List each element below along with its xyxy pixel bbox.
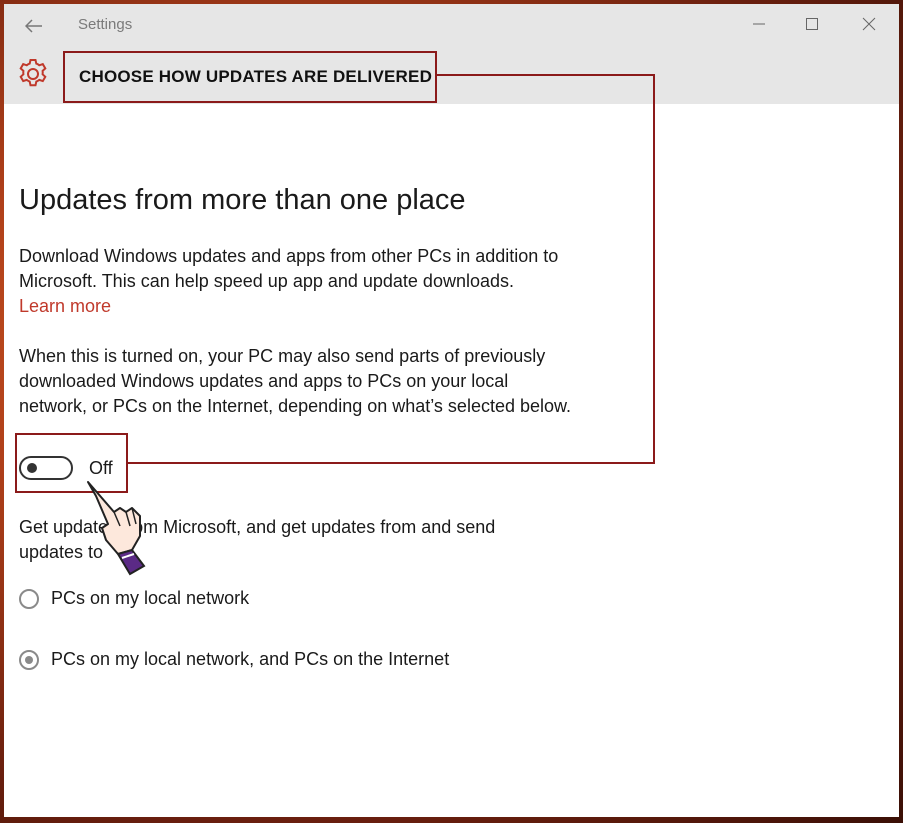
toggle-knob: [27, 463, 37, 473]
learn-more-link[interactable]: Learn more: [19, 296, 111, 316]
description-body: Download Windows updates and apps from o…: [19, 246, 559, 291]
radio-local-network[interactable]: [19, 588, 39, 609]
description-text: Download Windows updates and apps from o…: [19, 244, 579, 319]
maximize-icon: [806, 18, 818, 30]
option-local-and-internet-label: PCs on my local network, and PCs on the …: [51, 649, 450, 669]
delivery-optimization-toggle[interactable]: [19, 456, 73, 480]
callout-line-top: [437, 74, 653, 76]
settings-window: Settings CHOOSE HOW UPDATES ARE DELIVERE…: [4, 4, 899, 817]
toggle-state-label: Off: [89, 458, 113, 478]
maximize-button[interactable]: [792, 10, 832, 38]
title-bar: Settings CHOOSE HOW UPDATES ARE DELIVERE…: [4, 4, 899, 104]
back-button[interactable]: [20, 12, 48, 40]
close-icon: [862, 17, 876, 31]
option-local-network-label: PCs on my local network: [51, 588, 250, 608]
minimize-icon: [753, 23, 765, 25]
page-heading: CHOOSE HOW UPDATES ARE DELIVERED: [63, 51, 437, 103]
info-text: When this is turned on, your PC may also…: [19, 346, 572, 416]
section-title: Updates from more than one place: [19, 184, 466, 216]
option-local-network[interactable]: PCs on my local network: [19, 588, 249, 609]
radio-local-and-internet[interactable]: [19, 649, 39, 670]
gear-icon: [19, 59, 47, 87]
option-local-and-internet[interactable]: PCs on my local network, and PCs on the …: [19, 649, 449, 670]
close-button[interactable]: [849, 10, 889, 38]
callout-line-right: [653, 74, 655, 464]
back-arrow-icon: [25, 19, 42, 33]
app-title: Settings: [78, 16, 133, 33]
minimize-button[interactable]: [739, 10, 779, 38]
pointing-hand-icon: [87, 481, 146, 576]
callout-line-bottom: [128, 462, 655, 464]
